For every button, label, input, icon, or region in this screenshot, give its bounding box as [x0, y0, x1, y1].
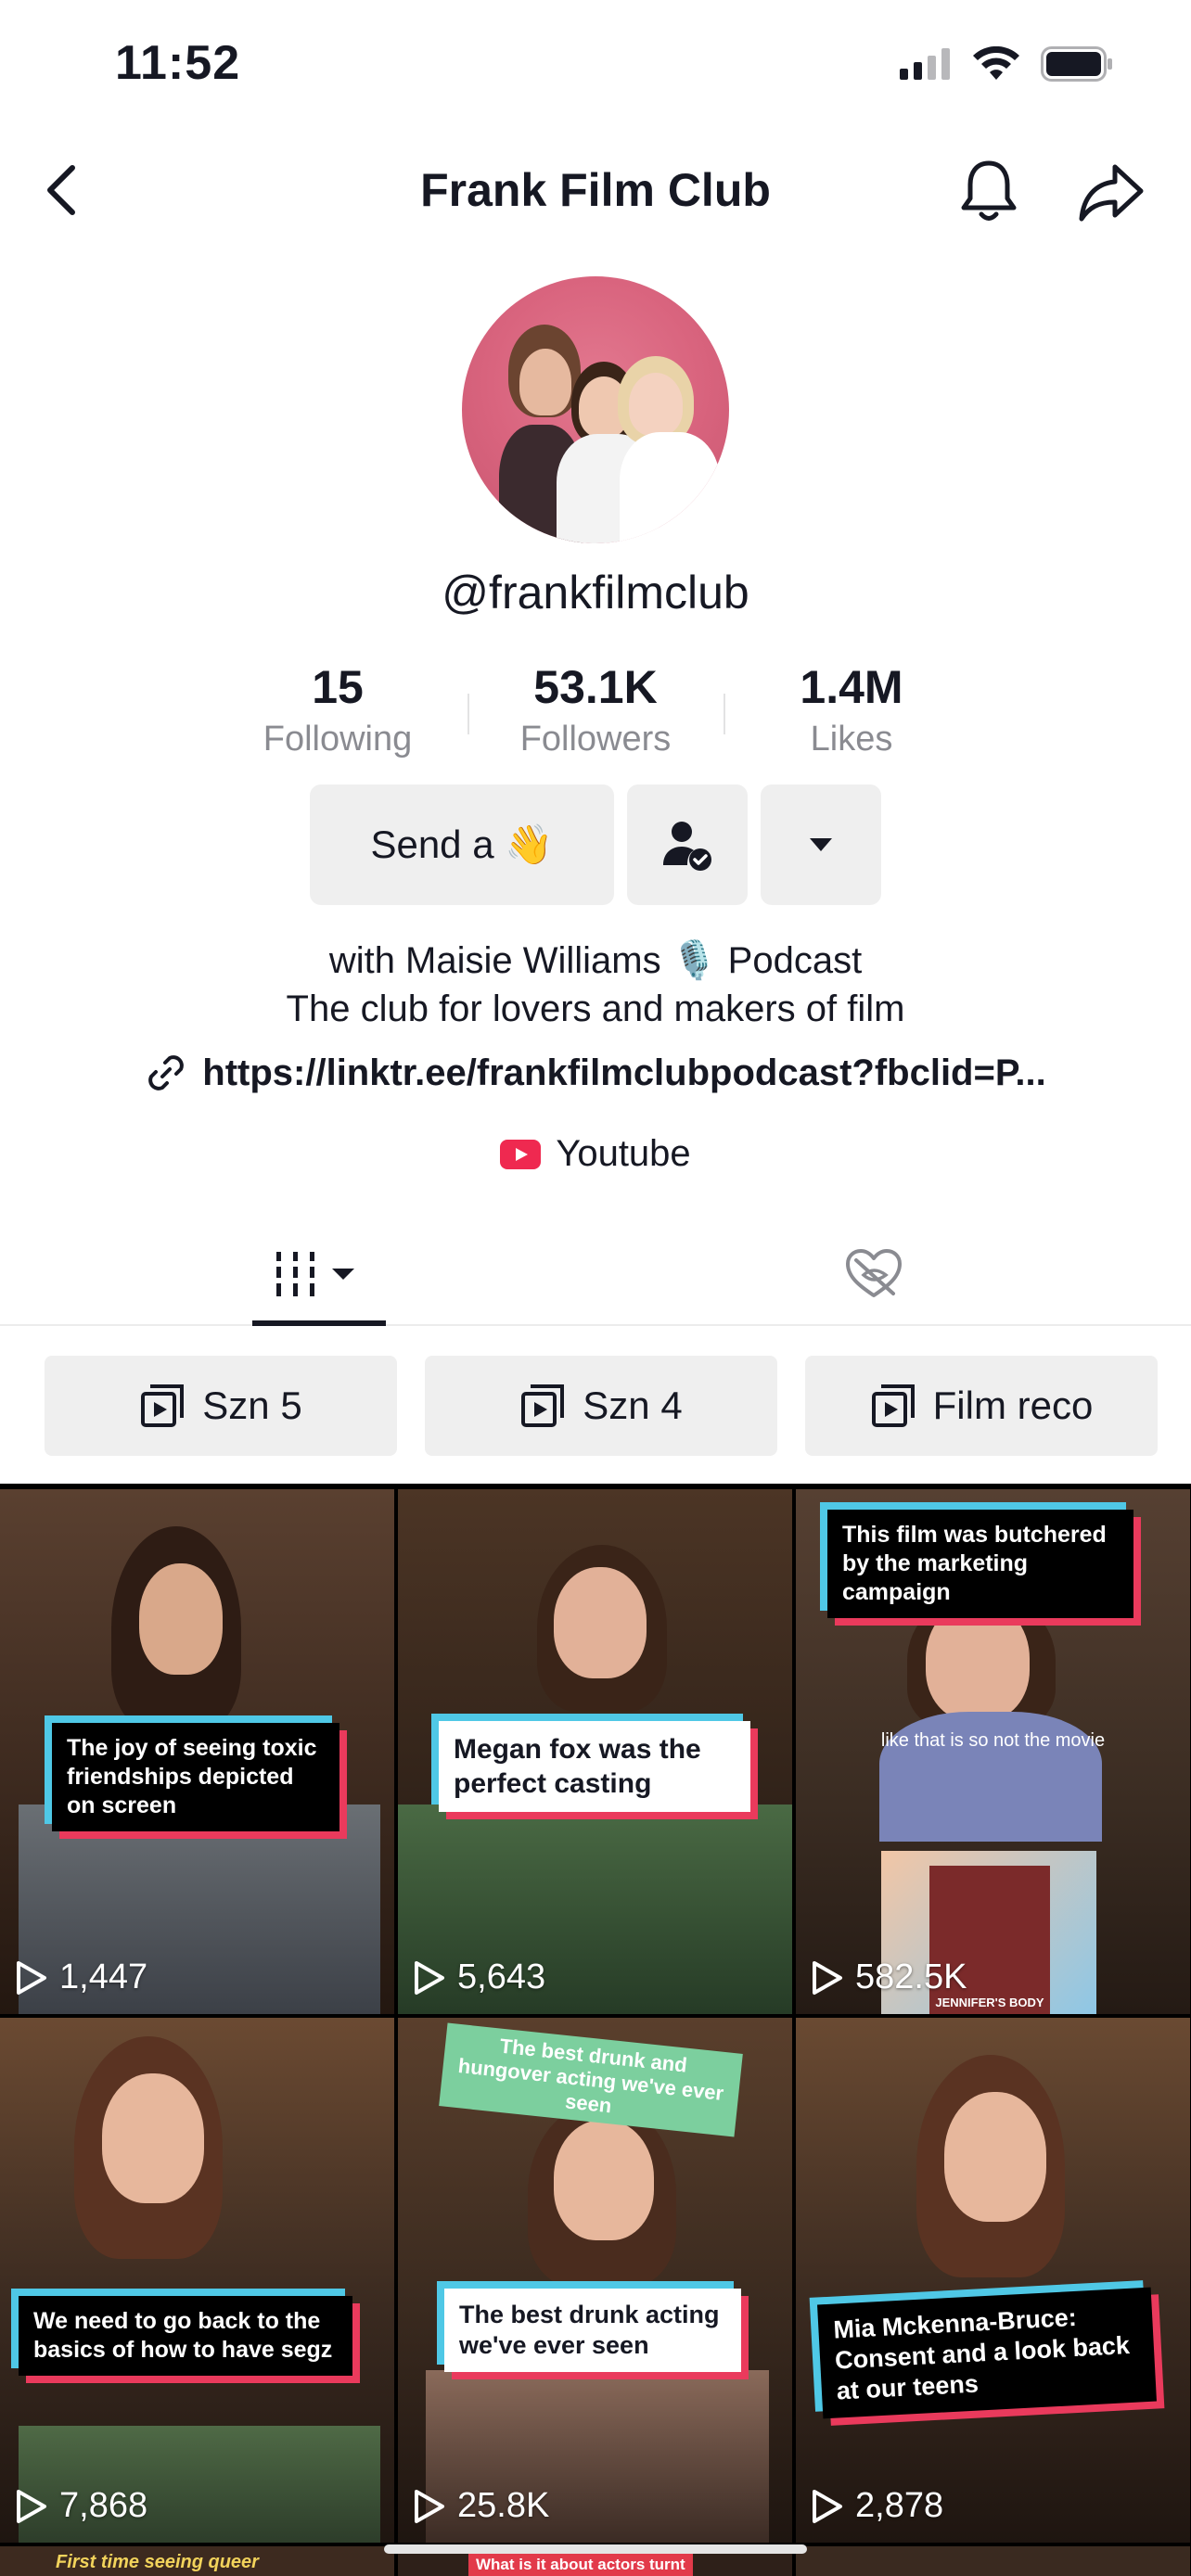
video-thumbnail[interactable]: Megan fox was the perfect casting 5,643 [398, 1489, 792, 2014]
stat-followers-value: 53.1K [533, 661, 658, 713]
video-caption: Mia Mckenna-Bruce: Consent and a look ba… [817, 2287, 1157, 2419]
cellular-signal-icon [900, 48, 950, 80]
video-caption: What is it about actors turnt [468, 2554, 693, 2576]
stat-following[interactable]: 15 Following [217, 660, 458, 759]
bell-icon [961, 160, 1017, 221]
profile-bio: with Maisie Williams 🎙️ Podcast The club… [0, 937, 1191, 1033]
play-icon [415, 1960, 444, 1995]
play-icon [17, 1960, 46, 1995]
view-count: 582.5K [811, 1958, 967, 1997]
profile-handle: @frankfilmclub [442, 567, 749, 618]
share-arrow-icon [1079, 164, 1144, 222]
youtube-label: Youtube [556, 1133, 691, 1174]
playlists-row: Szn 5 Szn 4 Film reco [0, 1356, 1191, 1456]
tab-videos[interactable] [252, 1224, 386, 1326]
more-options-button[interactable] [761, 784, 881, 905]
bio-line: The club for lovers and makers of film [286, 988, 905, 1029]
playlist-icon [871, 1384, 915, 1427]
top-nav: Frank Film Club [0, 139, 1191, 241]
video-caption: Megan fox was the perfect casting [439, 1721, 750, 1812]
video-caption: We need to go back to the basics of how … [19, 2296, 352, 2376]
playlist-szn-4[interactable]: Szn 4 [425, 1356, 777, 1456]
video-caption: The best drunk acting we've ever seen [444, 2289, 741, 2372]
playlist-szn-5[interactable]: Szn 5 [45, 1356, 397, 1456]
stat-following-value: 15 [312, 661, 364, 713]
video-grid: The joy of seeing toxic friendships depi… [0, 1484, 1191, 2576]
playlist-icon [141, 1384, 185, 1427]
avatar[interactable] [462, 276, 729, 543]
video-thumbnail[interactable]: The best drunk and hungover acting we've… [398, 2018, 792, 2543]
video-thumbnail[interactable]: Mia Mckenna-Bruce: Consent and a look ba… [796, 2018, 1190, 2543]
bio-line: with Maisie Williams 🎙️ Podcast [328, 940, 863, 981]
profile-link[interactable]: https://linktr.ee/frankfilmclubpodcast?f… [0, 1052, 1191, 1094]
view-count-text: 2,878 [855, 2486, 944, 2525]
following-status-button[interactable] [627, 784, 748, 905]
playlist-icon [521, 1384, 565, 1427]
view-count-text: 25.8K [457, 2486, 550, 2525]
video-caption: This film was butchered by the marketing… [827, 1510, 1133, 1618]
notification-bell-button[interactable] [954, 156, 1024, 226]
video-subtitle: like that is so not the movie [880, 1730, 1106, 1751]
profile-link-text: https://linktr.ee/frankfilmclubpodcast?f… [202, 1052, 1046, 1093]
status-bar: 11:52 [0, 0, 1191, 130]
link-icon [148, 1055, 185, 1090]
view-count-text: 5,643 [457, 1958, 546, 1996]
status-icons [900, 46, 1113, 82]
view-count: 25.8K [413, 2486, 549, 2526]
video-thumbnail[interactable]: This film was butchered by the marketing… [796, 1489, 1190, 2014]
view-count-text: 7,868 [59, 2486, 148, 2525]
wifi-icon [973, 46, 1019, 80]
poster-title: JENNIFER'S BODY [935, 1996, 1044, 2009]
home-indicator [384, 2544, 807, 2554]
stat-following-label: Following [263, 720, 413, 759]
video-thumbnail[interactable]: The joy of seeing toxic friendships depi… [0, 1489, 394, 2014]
view-count-text: 1,447 [59, 1958, 148, 1996]
video-caption: First time seeing queer [56, 2552, 259, 2572]
view-count: 1,447 [15, 1958, 147, 1997]
tab-liked-hidden[interactable] [807, 1224, 941, 1324]
youtube-link[interactable]: Youtube [0, 1133, 1191, 1175]
playlist-label: Film reco [932, 1384, 1094, 1427]
send-wave-button[interactable]: Send a 👋 [310, 784, 614, 905]
stat-followers-label: Followers [519, 720, 672, 759]
view-count: 7,868 [15, 2486, 147, 2526]
stat-divider [467, 694, 469, 734]
playlist-film-reco[interactable]: Film reco [805, 1356, 1158, 1456]
videos-grid-icon [276, 1252, 354, 1296]
stat-likes-label: Likes [810, 720, 893, 759]
play-icon [17, 2489, 46, 2523]
battery-icon [1041, 46, 1112, 82]
share-button[interactable] [1076, 158, 1146, 228]
profile-tabs [0, 1224, 1191, 1326]
play-icon [813, 2489, 842, 2523]
stat-likes-value: 1.4M [800, 661, 903, 713]
video-caption: The joy of seeing toxic friendships depi… [52, 1723, 339, 1831]
youtube-icon [500, 1139, 542, 1169]
playlist-label: Szn 5 [202, 1384, 302, 1427]
stat-followers[interactable]: 53.1K Followers [475, 660, 716, 759]
stat-divider [724, 694, 725, 734]
video-thumbnail[interactable]: First time seeing queer [0, 2546, 394, 2576]
view-count-text: 582.5K [855, 1958, 967, 1996]
profile-stats: 15 Following 53.1K Followers 1.4M Likes [0, 660, 1191, 772]
caret-down-icon [810, 838, 832, 851]
user-check-icon [663, 822, 711, 871]
play-icon [415, 2489, 444, 2523]
send-wave-label: Send a 👋 [370, 822, 554, 866]
video-thumbnail[interactable] [796, 2546, 1190, 2576]
status-time: 11:52 [115, 36, 241, 90]
profile-actions: Send a 👋 [0, 784, 1191, 907]
active-tab-indicator [252, 1320, 386, 1326]
heart-hidden-icon [846, 1249, 902, 1297]
play-icon [813, 1960, 842, 1995]
video-thumbnail[interactable]: We need to go back to the basics of how … [0, 2018, 394, 2543]
stat-likes: 1.4M Likes [731, 660, 972, 759]
view-count: 5,643 [413, 1958, 545, 1997]
view-count: 2,878 [811, 2486, 943, 2526]
playlist-label: Szn 4 [583, 1384, 683, 1427]
